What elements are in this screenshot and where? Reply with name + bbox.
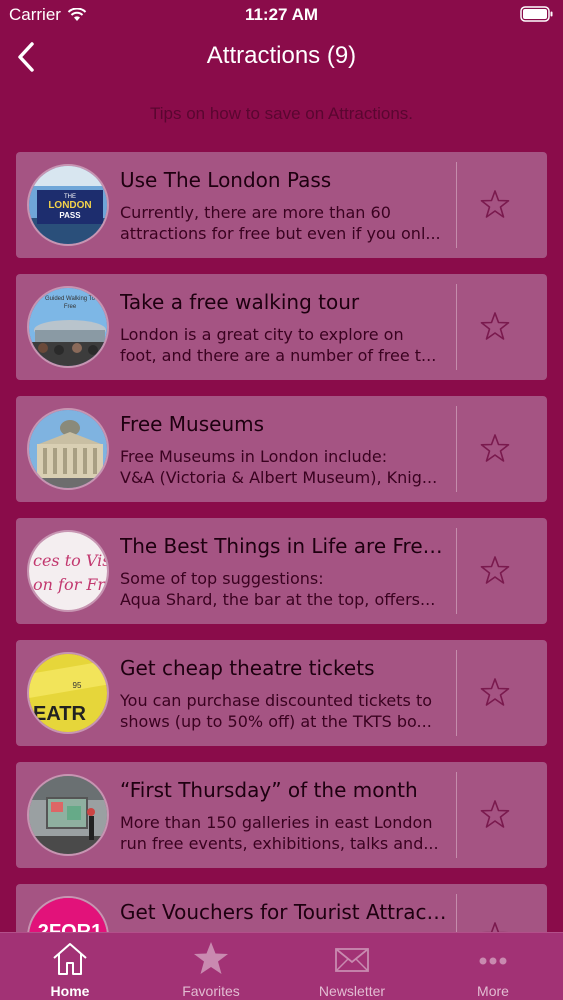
item-thumbnail: 95 EATR: [27, 652, 109, 734]
item-description: London is a great city to explore on foo…: [120, 324, 450, 366]
item-description-line: Aqua Shard, the bar at the top, offers..…: [120, 590, 436, 609]
star-icon: [194, 942, 228, 974]
battery-icon: [520, 6, 553, 22]
tab-newsletter[interactable]: Newsletter: [282, 933, 422, 1000]
item-description-line: Some of top suggestions:: [120, 569, 324, 588]
item-description: You can purchase discounted tickets to s…: [120, 690, 450, 732]
favorite-star-button[interactable]: [478, 310, 512, 344]
tab-home[interactable]: Home: [0, 933, 140, 1000]
page-title: Attractions (9): [206, 42, 357, 69]
item-thumbnail: [27, 774, 109, 856]
item-thumbnail: [27, 408, 109, 490]
list-item[interactable]: Guided Walking To Free Take a free walki…: [16, 274, 547, 380]
item-description: Currently, there are more than 60 attrac…: [120, 202, 450, 244]
item-title: Use The London Pass: [120, 168, 332, 192]
favorite-star-button[interactable]: [478, 798, 512, 832]
status-bar: Carrier 11:27 AM: [0, 0, 563, 30]
thumb-text: Guided Walking To: [45, 296, 96, 302]
list-item[interactable]: “First Thursday” of the month More than …: [16, 762, 547, 868]
item-description: Free Museums in London include: V&A (Vic…: [120, 446, 450, 488]
item-title: Get cheap theatre tickets: [120, 656, 375, 680]
favorite-star-button[interactable]: [478, 432, 512, 466]
item-title: Free Museums: [120, 412, 265, 436]
divider: [456, 406, 457, 492]
clock: 11:27 AM: [244, 5, 319, 24]
thumb-text: Free: [64, 304, 77, 310]
item-description: Some of top suggestions: Aqua Shard, the…: [120, 568, 450, 610]
more-icon: [479, 957, 507, 965]
item-description-line: You can purchase discounted tickets to: [120, 691, 432, 710]
favorite-star-button[interactable]: [478, 188, 512, 222]
page-subtitle: Tips on how to save on Attractions.: [149, 104, 413, 123]
thumb-text: EATR: [33, 703, 87, 725]
divider: [456, 162, 457, 248]
item-description-line: Currently, there are more than 60: [120, 203, 391, 222]
item-description-line: More than 150 galleries in east London: [120, 813, 433, 832]
attractions-list[interactable]: THE LONDON PASS Use The London Pass Curr…: [0, 152, 563, 932]
thumb-text: 95: [73, 681, 82, 690]
favorite-star-button[interactable]: [478, 554, 512, 588]
divider: [456, 894, 457, 932]
item-thumbnail: THE LONDON PASS: [27, 164, 109, 246]
tab-favorites[interactable]: Favorites: [141, 933, 281, 1000]
thumb-text: LONDON: [48, 200, 91, 211]
divider: [456, 650, 457, 736]
divider: [456, 772, 457, 858]
item-thumbnail: Guided Walking To Free: [27, 286, 109, 368]
tab-label: More: [477, 983, 509, 999]
favorite-star-button[interactable]: [478, 676, 512, 710]
favorite-star-button[interactable]: [478, 920, 512, 932]
tab-label: Newsletter: [318, 983, 386, 999]
list-item[interactable]: ces to Vis on for Fr The Best Things in …: [16, 518, 547, 624]
list-item[interactable]: 95 EATR Get cheap theatre tickets You ca…: [16, 640, 547, 746]
divider: [456, 284, 457, 370]
item-description-line: shows (up to 50% off) at the TKTS bo...: [120, 712, 432, 731]
tab-bar: Home Favorites Newsletter More: [0, 932, 563, 1000]
item-title: “First Thursday” of the month: [120, 778, 418, 802]
list-item[interactable]: THE LONDON PASS Use The London Pass Curr…: [16, 152, 547, 258]
thumb-text: 2FOR1: [38, 921, 102, 932]
item-title: Take a free walking tour: [120, 290, 360, 314]
item-description-line: run free events, exhibitions, talks and.…: [120, 834, 439, 853]
divider: [456, 528, 457, 614]
list-item[interactable]: Free Museums Free Museums in London incl…: [16, 396, 547, 502]
thumb-text: ces to Vis: [33, 551, 109, 570]
home-icon: [53, 943, 87, 975]
tab-label: Home: [50, 983, 90, 999]
item-thumbnail: ces to Vis on for Fr: [27, 530, 109, 612]
item-description-line: London is a great city to explore on: [120, 325, 404, 344]
item-description-line: V&A (Victoria & Albert Museum), Knig...: [120, 468, 438, 487]
item-title: The Best Things in Life are Free (...: [120, 534, 450, 558]
item-description-line: foot, and there are a number of free t..…: [120, 346, 437, 365]
envelope-icon: [335, 948, 369, 972]
item-description-line: attractions for free but even if you onl…: [120, 224, 441, 243]
tab-label: Favorites: [182, 983, 240, 999]
list-item[interactable]: 2FOR1 Get Vouchers for Tourist Attracti.…: [16, 884, 547, 932]
tab-more[interactable]: More: [423, 933, 563, 1000]
thumb-text: on for Fr: [33, 575, 106, 594]
item-thumbnail: 2FOR1: [27, 896, 109, 932]
item-description-line: Free Museums in London include:: [120, 447, 388, 466]
item-description: More than 150 galleries in east London r…: [120, 812, 450, 854]
item-title: Get Vouchers for Tourist Attracti...: [120, 900, 450, 924]
thumb-text: PASS: [59, 211, 81, 220]
navigation-bar: Attractions (9): [0, 30, 563, 84]
